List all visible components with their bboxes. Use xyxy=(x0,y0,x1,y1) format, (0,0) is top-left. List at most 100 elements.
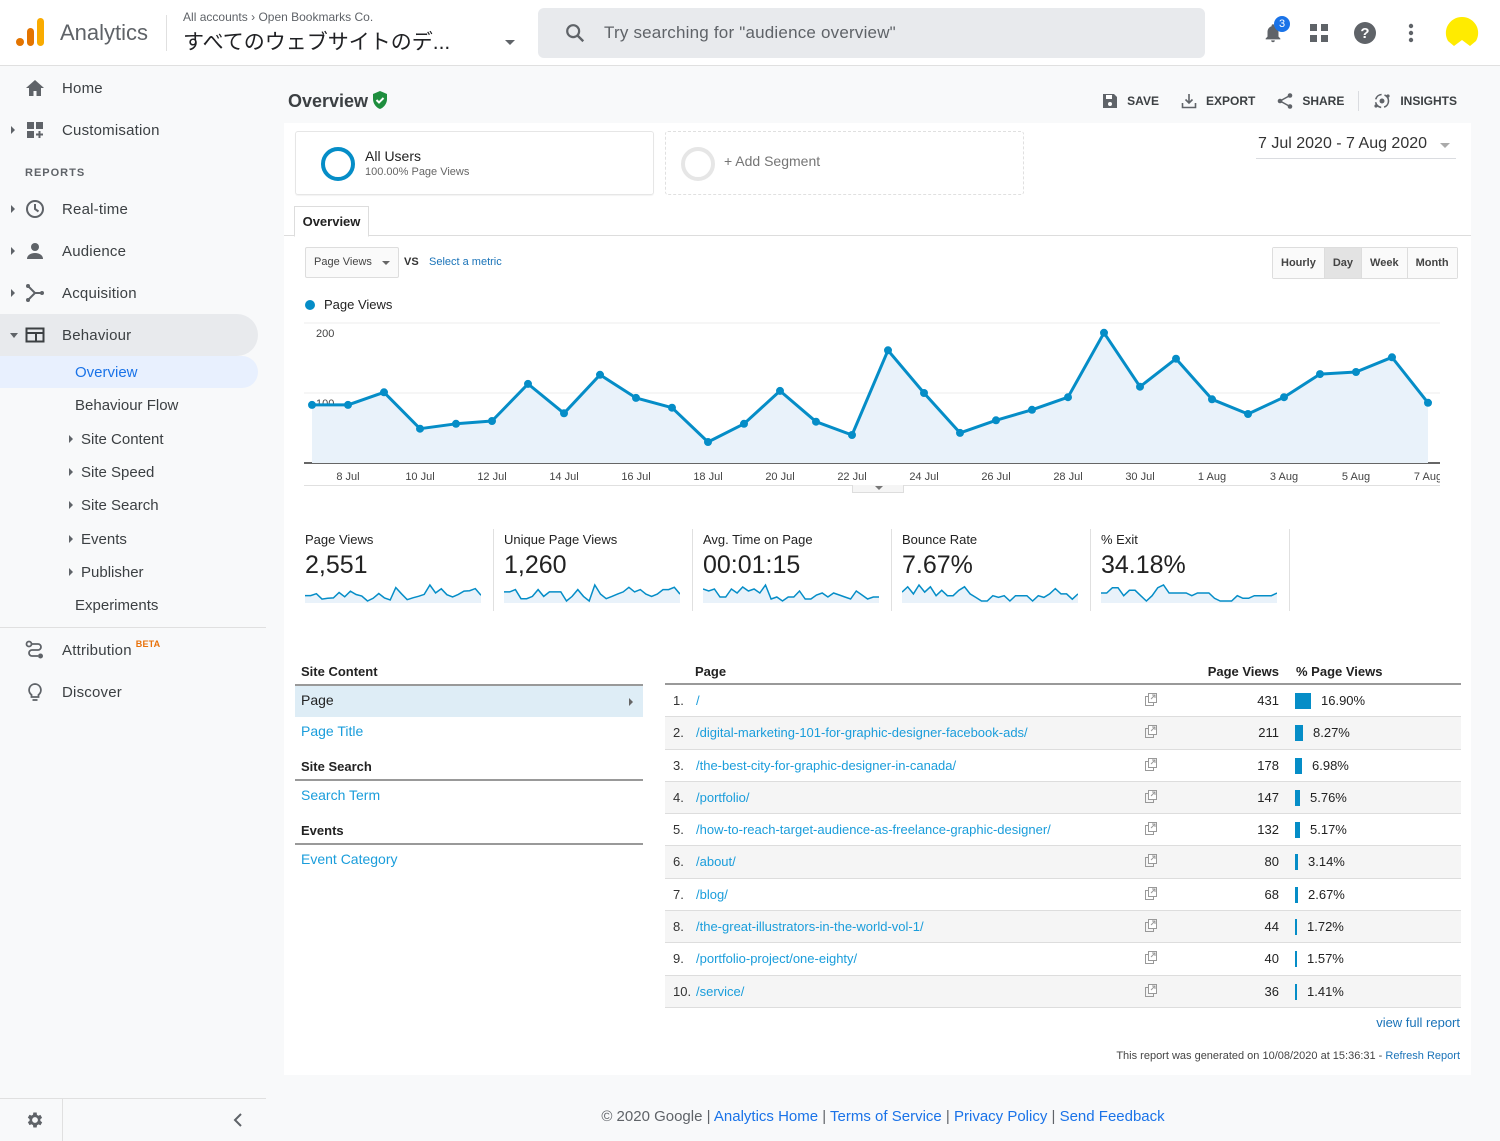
page-link[interactable]: /blog/ xyxy=(696,887,728,902)
avatar[interactable] xyxy=(1444,15,1480,51)
sidebar-subitem-overview[interactable]: Overview xyxy=(0,356,258,388)
gear-icon[interactable] xyxy=(25,1110,45,1130)
refresh-report-link[interactable]: Refresh Report xyxy=(1385,1050,1460,1062)
kpi-unique-page-views[interactable]: Unique Page Views 1,260 xyxy=(494,529,693,611)
sidebar-item-audience[interactable]: Audience xyxy=(0,230,258,272)
insights-button[interactable]: INSIGHTS xyxy=(1373,92,1457,110)
table-row[interactable]: 1. / 431 16.90% xyxy=(665,685,1461,718)
footer-link-terms[interactable]: Terms of Service xyxy=(830,1108,942,1125)
granularity-month[interactable]: Month xyxy=(1406,248,1457,278)
footer-link-analytics-home[interactable]: Analytics Home xyxy=(714,1108,818,1125)
page-link[interactable]: / xyxy=(696,693,700,708)
open-page-external-icon[interactable] xyxy=(1145,919,1158,933)
open-page-external-icon[interactable] xyxy=(1145,789,1158,803)
tab-overview[interactable]: Overview xyxy=(294,206,369,237)
sidebar-subitem-experiments[interactable]: Experiments xyxy=(0,589,258,621)
sidebar-subitem-publisher[interactable]: Publisher xyxy=(0,556,258,588)
kpi-avg-time-on-page[interactable]: Avg. Time on Page 00:01:15 xyxy=(693,529,892,611)
sidebar-item-customisation[interactable]: Customisation xyxy=(0,109,258,151)
sidebar-item-discover[interactable]: Discover xyxy=(0,671,258,713)
table-row[interactable]: 10. /service/36 1.41% xyxy=(665,975,1461,1008)
export-button[interactable]: EXPORT xyxy=(1181,93,1255,109)
notifications-button[interactable]: 3 xyxy=(1250,10,1296,56)
granularity-hourly[interactable]: Hourly xyxy=(1273,248,1324,278)
page-link[interactable]: /portfolio-project/one-eighty/ xyxy=(696,951,857,966)
chart-resize-handle[interactable] xyxy=(852,485,904,493)
column-header-pct-page-views[interactable]: % Page Views xyxy=(1296,664,1382,679)
kpi-exit[interactable]: % Exit 34.18% xyxy=(1091,529,1290,611)
granularity-day[interactable]: Day xyxy=(1323,248,1362,278)
open-page-external-icon[interactable] xyxy=(1145,757,1158,771)
data-point xyxy=(1136,382,1144,391)
dimension-search-term[interactable]: Search Term xyxy=(295,781,643,812)
dimension-page-title[interactable]: Page Title xyxy=(295,717,643,748)
page-link[interactable]: /service/ xyxy=(696,984,744,999)
date-range-picker[interactable]: 7 Jul 2020 - 7 Aug 2020 xyxy=(1256,133,1456,159)
sidebar-item-attribution[interactable]: Attribution BETA xyxy=(0,629,258,671)
collapse-sidebar-icon[interactable] xyxy=(232,1113,244,1127)
table-row[interactable]: 3. /the-best-city-for-graphic-designer-in… xyxy=(665,750,1461,782)
table-row[interactable]: 7. /blog/68 2.67% xyxy=(665,879,1461,912)
dimension-page[interactable]: Page xyxy=(295,686,643,717)
select-metric-link[interactable]: Select a metric xyxy=(429,256,502,268)
account-selector[interactable]: All accounts › Open Bookmarks Co. すべてのウェ… xyxy=(183,10,523,56)
table-row[interactable]: 9. /portfolio-project/one-eighty/40 1.57% xyxy=(665,943,1461,976)
more-options-button[interactable] xyxy=(1388,10,1434,56)
kpi-page-views[interactable]: Page Views 2,551 xyxy=(295,529,494,611)
more-vert-icon xyxy=(1408,23,1414,43)
apps-button[interactable] xyxy=(1296,10,1342,56)
kpi-value: 1,260 xyxy=(504,551,567,579)
page-link[interactable]: /how-to-reach-target-audience-as-freelan… xyxy=(696,822,1051,837)
x-tick-label: 30 Jul xyxy=(1125,471,1154,483)
table-row[interactable]: 5. /how-to-reach-target-audience-as-freel… xyxy=(665,814,1461,847)
table-row[interactable]: 6. /about/80 3.14% xyxy=(665,846,1461,879)
page-link[interactable]: /digital-marketing-101-for-graphic-desig… xyxy=(696,725,1028,740)
open-page-external-icon[interactable] xyxy=(1145,886,1158,900)
column-header-page-views[interactable]: Page Views xyxy=(1208,664,1279,679)
analytics-logo-icon[interactable] xyxy=(16,17,44,48)
sidebar-subitem-behaviour-flow[interactable]: Behaviour Flow xyxy=(0,389,258,421)
page-link[interactable]: /about/ xyxy=(696,854,736,869)
legend-dot-icon xyxy=(305,299,315,310)
open-page-external-icon[interactable] xyxy=(1145,822,1158,836)
open-page-external-icon[interactable] xyxy=(1145,854,1158,868)
search-input[interactable]: Try searching for "audience overview" xyxy=(538,8,1205,58)
share-button[interactable]: SHARE xyxy=(1277,93,1344,109)
table-row[interactable]: 4. /portfolio/147 5.76% xyxy=(665,781,1461,815)
row-rank: 10. xyxy=(673,983,692,999)
save-button[interactable]: SAVE xyxy=(1102,93,1159,109)
page-views-chart[interactable]: 1002008 Jul 10 Jul 12 Jul 14 Jul 16 Jul 18 Ju… xyxy=(304,320,1440,495)
report-header: Overview SAVE EXPORT SHARE INSIGHTS xyxy=(266,67,1500,123)
open-page-external-icon[interactable] xyxy=(1145,951,1158,965)
share-label: SHARE xyxy=(1302,94,1345,108)
sidebar-subitem-site-speed[interactable]: Site Speed xyxy=(0,456,258,488)
metric-dropdown[interactable]: Page Views xyxy=(305,247,399,278)
open-page-external-icon[interactable] xyxy=(1145,983,1158,997)
granularity-week[interactable]: Week xyxy=(1361,248,1407,278)
column-header-page[interactable]: Page xyxy=(695,664,726,679)
footer-link-feedback[interactable]: Send Feedback xyxy=(1060,1108,1165,1125)
table-row[interactable]: 2. /digital-marketing-101-for-graphic-des… xyxy=(665,717,1461,750)
table-row[interactable]: 8. /the-great-illustrators-in-the-world-v… xyxy=(665,911,1461,944)
open-page-external-icon[interactable] xyxy=(1145,725,1158,739)
footer-link-privacy[interactable]: Privacy Policy xyxy=(954,1108,1047,1125)
page-link[interactable]: /the-best-city-for-graphic-designer-in-c… xyxy=(696,758,956,773)
data-point xyxy=(560,409,568,418)
sidebar-item-home[interactable]: Home xyxy=(0,67,258,109)
open-page-external-icon[interactable] xyxy=(1145,693,1158,706)
help-button[interactable]: ? xyxy=(1342,10,1388,56)
add-segment-button[interactable]: + Add Segment xyxy=(665,131,1024,195)
page-link[interactable]: /portfolio/ xyxy=(696,790,749,805)
dimension-event-category[interactable]: Event Category xyxy=(295,845,643,876)
page-link[interactable]: /the-great-illustrators-in-the-world-vol… xyxy=(696,919,924,934)
kpi-bounce-rate[interactable]: Bounce Rate 7.67% xyxy=(892,529,1091,611)
beta-badge: BETA xyxy=(135,638,161,649)
view-full-report-link[interactable]: view full report xyxy=(1376,1015,1460,1030)
sidebar-item-realtime[interactable]: Real-time xyxy=(0,188,258,230)
sidebar-item-behaviour[interactable]: Behaviour xyxy=(0,314,258,356)
sidebar-item-acquisition[interactable]: Acquisition xyxy=(0,272,258,314)
sidebar-subitem-events[interactable]: Events xyxy=(0,523,258,555)
sidebar-subitem-site-content[interactable]: Site Content xyxy=(0,423,258,455)
segment-all-users[interactable]: All Users 100.00% Page Views xyxy=(295,131,654,195)
sidebar-subitem-site-search[interactable]: Site Search xyxy=(0,489,258,521)
